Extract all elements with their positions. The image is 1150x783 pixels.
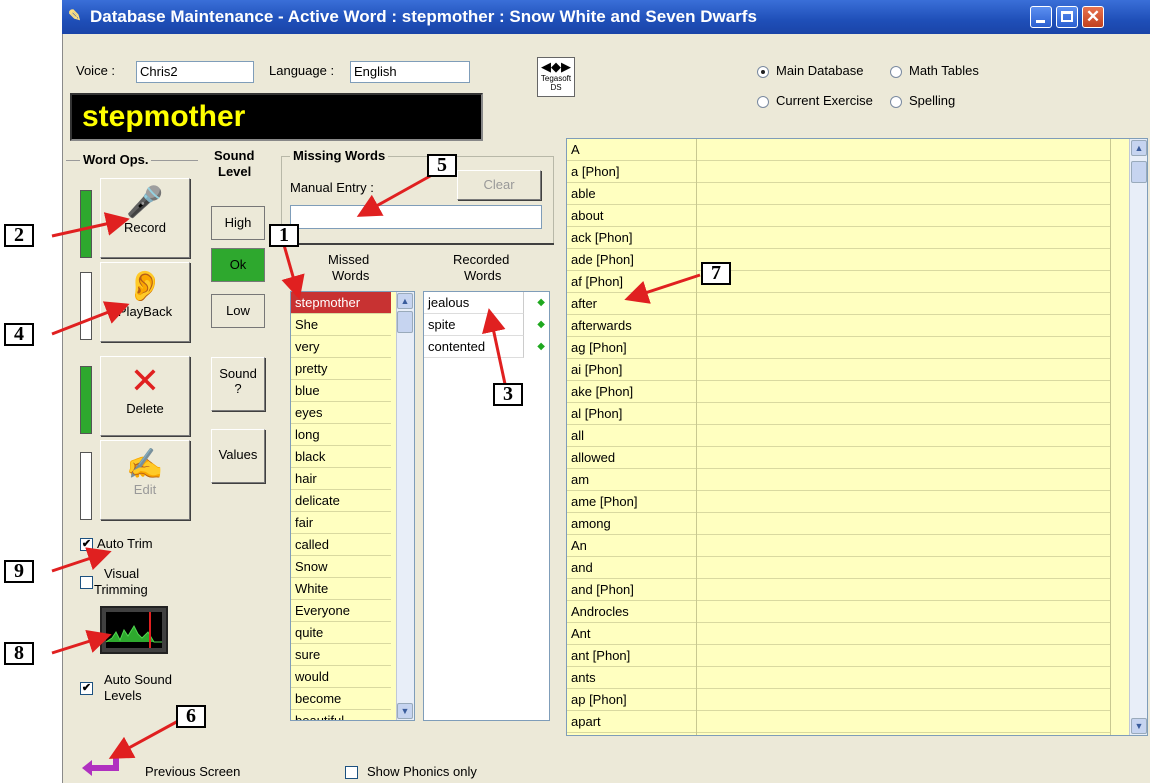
arrow-1	[281, 244, 305, 300]
arrow-6	[108, 718, 181, 759]
callout-9: 9	[4, 560, 34, 583]
arrow-2	[51, 212, 130, 238]
callout-5: 5	[427, 154, 457, 177]
callout-arrows	[51, 173, 701, 759]
arrow-3	[482, 308, 507, 385]
arrow-4	[51, 301, 130, 336]
callout-2: 2	[4, 224, 34, 247]
arrow-7	[624, 273, 701, 304]
callout-8: 8	[4, 642, 34, 665]
callout-1: 1	[269, 224, 299, 247]
arrow-9	[51, 547, 112, 573]
callout-4: 4	[4, 323, 34, 346]
callout-6: 6	[176, 705, 206, 728]
callout-7: 7	[701, 262, 731, 285]
arrow-5	[356, 173, 433, 217]
callout-3: 3	[493, 383, 523, 406]
arrow-8	[51, 629, 112, 655]
